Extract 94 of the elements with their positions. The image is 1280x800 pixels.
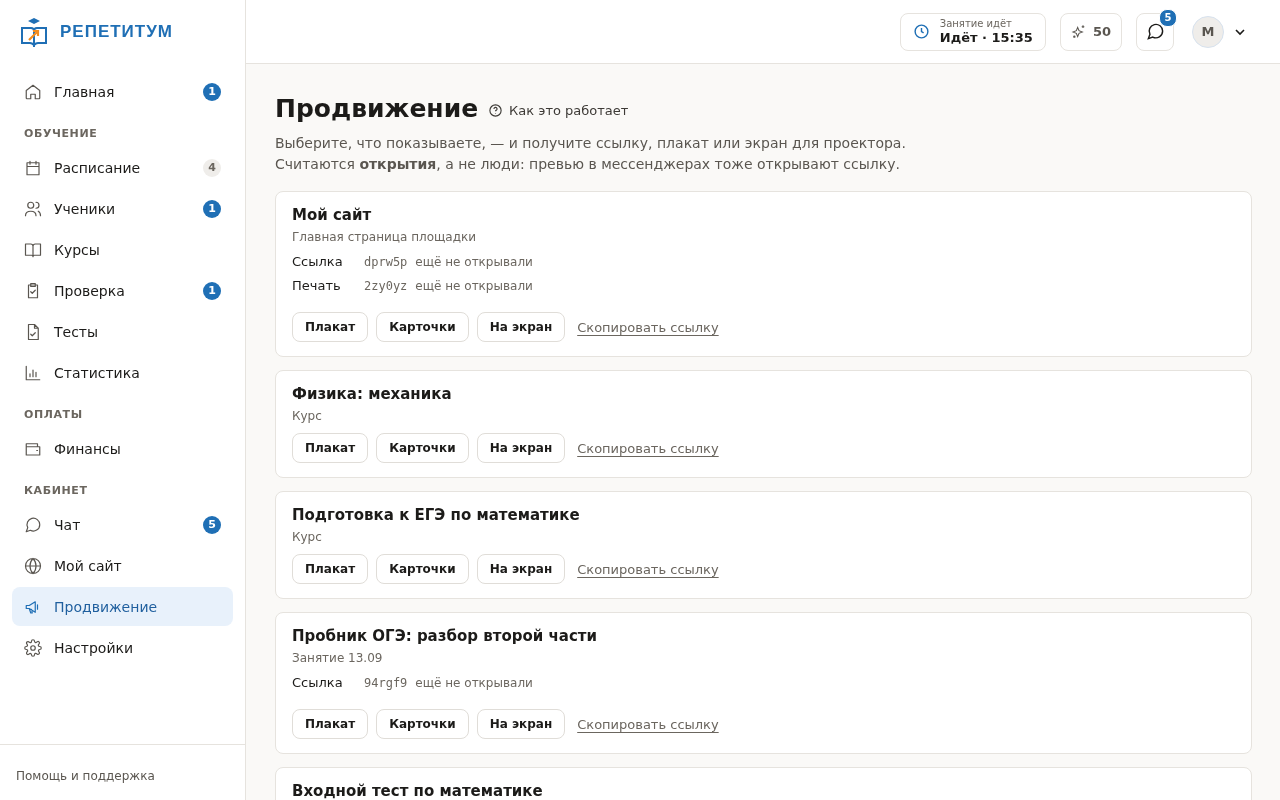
link-code: 2zy0yz — [364, 279, 408, 293]
description-text: Выберите, что показываете, — и получите ссылку, плакат или экран для проектора. — [275, 134, 907, 153]
avatar[interactable]: М — [1192, 15, 1224, 48]
points-button[interactable]: 50 — [1059, 12, 1122, 51]
sidebar-item-label: Курсы — [54, 241, 101, 258]
sidebar-item[interactable]: Мой сайт — [12, 546, 233, 585]
sparkles-icon — [1070, 23, 1087, 40]
card-title: Мой сайт — [292, 206, 373, 224]
action-button[interactable]: На экран — [476, 433, 566, 463]
link-code: dprw5p — [364, 255, 408, 269]
logo-icon — [20, 17, 48, 47]
caret-icon[interactable] — [1234, 27, 1246, 36]
copy-link[interactable]: Скопировать ссылку — [577, 561, 719, 577]
copy-link[interactable]: Скопировать ссылку — [577, 319, 719, 335]
chat-icon — [24, 515, 42, 534]
clock-icon — [912, 23, 930, 40]
card-title: Физика: механика — [292, 385, 453, 403]
book-icon — [24, 240, 42, 259]
users-icon — [24, 199, 42, 218]
section-label: ОБУЧЕНИЕ — [23, 126, 99, 142]
sidebar-item[interactable]: Чат 5 — [12, 505, 233, 544]
page-title: Продвижение — [275, 94, 479, 123]
lesson-status[interactable]: Занятие идёт Идёт · 15:35 — [899, 12, 1046, 51]
link-status: ещё не открывали — [415, 279, 533, 293]
sidebar-item-label: Мой сайт — [54, 557, 123, 574]
link-code: 94rgf9 — [364, 676, 408, 690]
count-badge: 4 — [203, 158, 221, 177]
sidebar-item-label: Тесты — [54, 323, 100, 340]
description-text: Считаются открытия, а не люди: превью в мессенджерах тоже открывают ссылку. — [275, 155, 901, 174]
count-badge: 1 — [203, 82, 221, 101]
card-title: Входной тест по математике — [292, 782, 544, 800]
sidebar-item-label: Финансы — [54, 440, 122, 457]
sidebar-item[interactable]: Финансы — [12, 429, 233, 468]
action-button[interactable]: Плакат — [292, 433, 369, 463]
sidebar-item[interactable]: Настройки — [12, 628, 233, 667]
sidebar-item[interactable]: Продвижение — [12, 587, 233, 626]
lesson-caption: Занятие идёт — [939, 17, 1013, 30]
lesson-time: Идёт · 15:35 — [939, 29, 1033, 46]
link-label: Ссылка — [292, 254, 344, 269]
chat-button[interactable]: 5 — [1136, 12, 1174, 51]
home-icon — [24, 82, 42, 101]
link-status: ещё не открывали — [415, 255, 533, 269]
count-badge: 5 — [203, 515, 221, 534]
bar-chart-icon — [24, 363, 42, 382]
copy-link[interactable]: Скопировать ссылку — [577, 716, 719, 732]
count-badge: 1 — [203, 281, 221, 300]
card-subtitle: Курс — [292, 409, 323, 423]
action-button[interactable]: Карточки — [376, 433, 469, 463]
card-subtitle: Курс — [292, 530, 323, 544]
sidebar-item-label: Ученики — [54, 200, 117, 217]
sidebar-item-label: Настройки — [54, 639, 135, 656]
link-label: Печать — [292, 278, 342, 293]
sidebar-item[interactable]: Курсы — [12, 230, 233, 269]
globe-icon — [24, 556, 42, 575]
card-subtitle: Главная страница площадки — [292, 230, 478, 244]
action-button[interactable]: Карточки — [376, 709, 469, 739]
sidebar-item-label: Проверка — [54, 282, 126, 299]
help-link[interactable]: Как это работает — [488, 103, 629, 118]
action-button[interactable]: Плакат — [292, 554, 369, 584]
sidebar-item[interactable]: Проверка 1 — [12, 271, 233, 310]
link-status: ещё не открывали — [415, 676, 533, 690]
card-subtitle: Занятие 13.09 — [292, 651, 384, 665]
brand-name: РЕПЕТИТУМ — [60, 22, 173, 42]
sidebar-item[interactable]: Статистика — [12, 353, 233, 392]
sidebar-item[interactable]: Тесты — [12, 312, 233, 351]
action-button[interactable]: Карточки — [376, 554, 469, 584]
gear-icon — [24, 638, 42, 657]
sidebar-item-label: Продвижение — [54, 598, 159, 615]
notification-badge: 5 — [1159, 8, 1177, 27]
action-button[interactable]: На экран — [476, 554, 566, 584]
card-title: Подготовка к ЕГЭ по математике — [292, 506, 581, 524]
sidebar-item[interactable]: Ученики 1 — [12, 189, 233, 228]
sidebar-item[interactable]: Главная 1 — [12, 72, 233, 111]
help-link[interactable]: Помощь и поддержка — [16, 769, 155, 783]
points-count: 50 — [1092, 24, 1111, 39]
action-button[interactable]: Плакат — [292, 709, 369, 739]
action-button[interactable]: На экран — [476, 312, 566, 342]
sidebar-item-label: Чат — [54, 516, 82, 533]
card-title: Пробник ОГЭ: разбор второй части — [292, 627, 598, 645]
section-label: ОПЛАТЫ — [23, 407, 84, 423]
sidebar-item-label: Статистика — [54, 364, 141, 381]
action-button[interactable]: Карточки — [376, 312, 469, 342]
section-label: КАБИНЕТ — [23, 483, 89, 499]
sidebar-item-label: Расписание — [54, 159, 142, 176]
help-icon — [488, 103, 504, 118]
count-badge: 1 — [203, 199, 221, 218]
copy-link[interactable]: Скопировать ссылку — [577, 440, 719, 456]
sidebar-item[interactable]: Расписание 4 — [12, 148, 233, 187]
action-button[interactable]: На экран — [476, 709, 566, 739]
link-label: Ссылка — [292, 675, 344, 690]
calendar-icon — [24, 158, 42, 177]
action-button[interactable]: Плакат — [292, 312, 369, 342]
sidebar-item-label: Главная — [54, 83, 116, 100]
chat-icon — [1145, 22, 1165, 41]
